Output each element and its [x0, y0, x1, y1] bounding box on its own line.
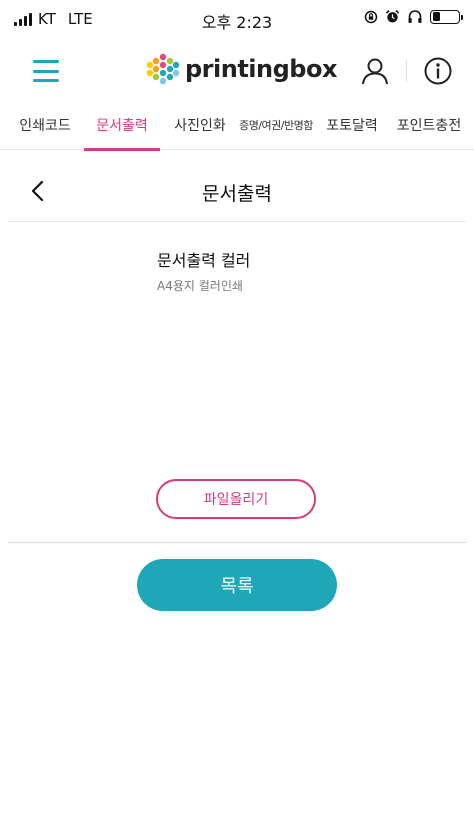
hamburger-menu-icon[interactable] — [33, 60, 59, 82]
logo-text: printingbox — [185, 55, 337, 83]
tab-id-photo[interactable]: 증명/여권/반명함 — [236, 100, 316, 150]
upload-file-button[interactable]: 파일올리기 — [156, 479, 316, 519]
header-divider — [406, 60, 407, 82]
tab-photo-calendar[interactable]: 포토달력 — [320, 100, 384, 150]
user-icon[interactable] — [360, 56, 390, 86]
list-button[interactable]: 목록 — [137, 559, 337, 611]
status-right — [364, 9, 463, 24]
status-bar: KT LTE 오후 2:23 — [0, 0, 474, 40]
app-header: printingbox — [0, 40, 474, 100]
tab-print-code[interactable]: 인쇄코드 — [10, 100, 80, 150]
tab-point-charge[interactable]: 포인트충전 — [390, 100, 468, 150]
orientation-lock-icon — [364, 10, 378, 23]
tab-photo-print[interactable]: 사진인화 — [165, 100, 235, 150]
category-tabs: 인쇄코드 문서출력 사진인화 증명/여권/반명함 포토달력 포인트충전 — [0, 100, 474, 151]
document-description: A4용지 컬러인쇄 — [157, 279, 243, 293]
tab-document-print[interactable]: 문서출력 — [84, 100, 160, 151]
info-icon[interactable] — [423, 56, 453, 86]
divider — [8, 542, 466, 543]
logo-cube-icon — [146, 53, 180, 85]
battery-icon — [430, 9, 463, 24]
headphones-icon — [408, 10, 422, 23]
document-name: 문서출력 컬러 — [157, 251, 251, 270]
page-title: 문서출력 — [202, 183, 272, 205]
page-header: 문서출력 — [8, 160, 466, 222]
alarm-icon — [385, 10, 400, 23]
logo[interactable]: printingbox — [146, 52, 337, 86]
